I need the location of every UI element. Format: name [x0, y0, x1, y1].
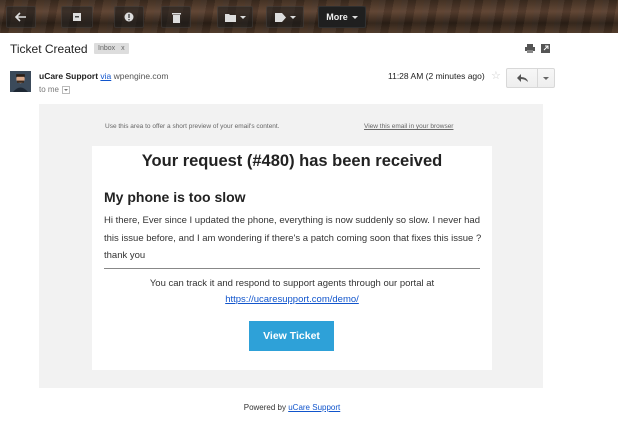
via-link[interactable]: via: [100, 71, 111, 81]
sender-domain: wpengine.com: [113, 71, 169, 81]
recipient-line: to me: [39, 85, 71, 94]
preview-text: Use this area to offer a short preview o…: [105, 123, 280, 130]
reply-button-group: [506, 68, 555, 88]
message-time: 11:28 AM (2 minutes ago): [388, 71, 485, 81]
archive-icon: [73, 13, 81, 21]
report-spam-button[interactable]: [114, 6, 144, 28]
email-subject: Ticket Created: [10, 42, 88, 56]
label-tag-icon: [274, 12, 286, 22]
email-title: Your request (#480) has been received: [141, 152, 443, 170]
reply-icon: [516, 74, 528, 82]
sender-name[interactable]: uCare Support: [39, 71, 98, 81]
more-label: More: [326, 12, 348, 22]
remove-label-icon[interactable]: x: [121, 45, 125, 52]
sender-avatar[interactable]: [10, 71, 31, 92]
alert-icon: [124, 12, 134, 22]
toolbar: More: [0, 0, 618, 33]
more-button[interactable]: More: [318, 6, 366, 28]
view-ticket-button[interactable]: View Ticket: [249, 321, 334, 351]
powered-by-text: Powered by: [243, 403, 286, 412]
reply-button[interactable]: [507, 69, 538, 87]
chevron-down-icon: [239, 15, 246, 19]
delete-button[interactable]: [161, 6, 191, 28]
view-in-browser-link[interactable]: View this email in your browser: [364, 123, 453, 130]
back-button[interactable]: [6, 6, 36, 28]
divider: [104, 268, 480, 269]
trash-icon: [171, 12, 181, 23]
track-text: You can track it and respond to support …: [149, 278, 435, 289]
archive-button[interactable]: [61, 6, 93, 28]
print-icon[interactable]: [525, 44, 535, 53]
inbox-label-chip[interactable]: Inbox x: [94, 43, 129, 54]
folder-icon: [224, 13, 236, 22]
issue-title: My phone is too slow: [104, 189, 246, 205]
new-window-icon[interactable]: [541, 44, 550, 53]
chevron-down-icon: [289, 15, 296, 19]
avatar-photo: [10, 71, 31, 92]
recipient-text: to me: [39, 85, 60, 94]
powered-by-footer: Powered by uCare Support: [0, 403, 584, 412]
labels-button[interactable]: [266, 6, 304, 28]
back-arrow-icon: [15, 12, 26, 22]
powered-by-link[interactable]: uCare Support: [288, 403, 340, 412]
issue-body: Hi there, Ever since I updated the phone…: [104, 215, 482, 261]
inbox-label-text: Inbox: [98, 45, 116, 52]
sender-line: uCare Support via wpengine.com: [39, 71, 168, 81]
star-icon[interactable]: ☆: [491, 69, 501, 82]
move-to-button[interactable]: [217, 6, 253, 28]
more-actions-dropdown[interactable]: [538, 69, 554, 87]
chevron-down-icon: [351, 15, 358, 19]
portal-link[interactable]: https://ucaresupport.com/demo/: [92, 294, 492, 305]
show-details-dropdown[interactable]: [62, 85, 71, 94]
